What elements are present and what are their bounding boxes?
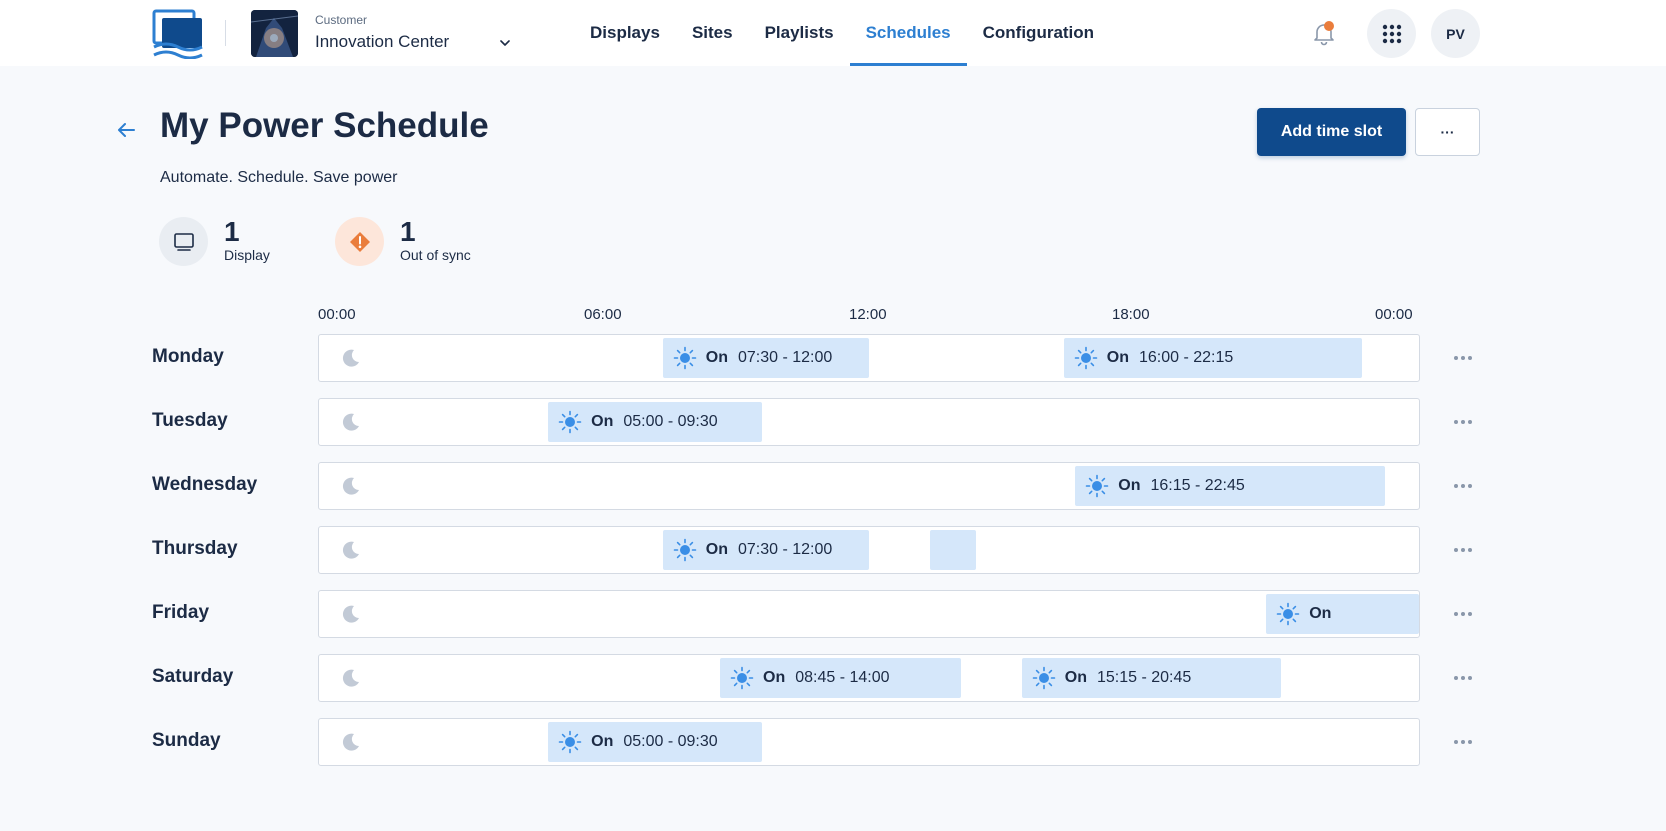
slot-status: On — [591, 733, 614, 750]
slot-time-range: 05:00 - 09:30 — [623, 413, 718, 430]
moon-icon — [342, 605, 359, 623]
time-slot[interactable]: On 16:15 - 22:45 — [1075, 466, 1385, 506]
nav-playlists[interactable]: Playlists — [749, 0, 850, 66]
row-ellipsis-icon[interactable] — [1451, 666, 1475, 690]
day-label: Thursday — [152, 538, 238, 559]
customer-label: Customer — [315, 13, 368, 27]
tick-label: 06:00 — [584, 306, 622, 323]
slot-time-range: 16:15 - 22:45 — [1150, 477, 1245, 494]
moon-icon — [342, 413, 359, 431]
add-time-slot-button[interactable]: Add time slot — [1257, 108, 1406, 156]
display-label: Display — [224, 247, 270, 263]
day-label: Sunday — [152, 730, 221, 751]
header-divider — [225, 20, 226, 46]
page-title: My Power Schedule — [160, 106, 489, 145]
arrow-left-icon[interactable] — [114, 118, 138, 142]
slot-time-range: 07:30 - 12:00 — [737, 541, 833, 558]
time-slot[interactable]: On 07:30 - 12:00 — [662, 338, 869, 378]
sun-icon — [673, 538, 697, 562]
time-slot[interactable] — [930, 530, 976, 570]
sun-icon — [1085, 474, 1109, 498]
grid-dots-icon — [1382, 24, 1401, 43]
nav-sites[interactable]: Sites — [676, 0, 749, 66]
main-nav: Displays Sites Playlists Schedules Confi… — [574, 0, 1110, 66]
apps-grid-button[interactable] — [1367, 9, 1416, 58]
notification-badge — [1324, 21, 1334, 31]
chevron-down-icon[interactable] — [497, 35, 513, 51]
slot-status: On — [1118, 477, 1141, 494]
customer-thumbnail — [251, 10, 298, 57]
time-slot[interactable]: On 08:45 - 14:00 — [720, 658, 961, 698]
display-count: 1 — [224, 216, 240, 247]
sun-icon — [558, 410, 582, 434]
slot-status: On — [1309, 605, 1332, 622]
row-ellipsis-icon[interactable] — [1451, 346, 1475, 370]
out-of-sync-label: Out of sync — [400, 247, 471, 263]
moon-icon — [342, 477, 359, 495]
user-avatar[interactable]: PV — [1431, 9, 1480, 58]
row-ellipsis-icon[interactable] — [1451, 730, 1475, 754]
row-ellipsis-icon[interactable] — [1451, 474, 1475, 498]
row-ellipsis-icon[interactable] — [1451, 410, 1475, 434]
sun-icon — [1074, 346, 1098, 370]
moon-icon — [342, 733, 359, 751]
day-track[interactable] — [318, 398, 1420, 446]
warning-diamond-icon — [349, 231, 370, 252]
out-of-sync-stat-icon — [335, 217, 384, 266]
slot-time-range: 07:30 - 12:00 — [737, 349, 833, 366]
day-track[interactable] — [318, 718, 1420, 766]
sun-icon — [1276, 602, 1300, 626]
slot-time-range: 16:00 - 22:15 — [1139, 349, 1234, 366]
sun-icon — [1032, 666, 1056, 690]
slot-time-range: 08:45 - 14:00 — [795, 669, 890, 686]
time-slot[interactable]: On 15:15 - 20:45 — [1021, 658, 1282, 698]
app-logo[interactable] — [152, 9, 204, 59]
slot-time-range: 05:00 - 09:30 — [623, 733, 718, 750]
time-slot[interactable]: On 07:30 - 12:00 — [662, 530, 869, 570]
slot-time-range: 15:15 - 20:45 — [1096, 669, 1192, 686]
tick-label: 00:00 — [1375, 306, 1413, 323]
top-bar: Customer Innovation Center Displays Site… — [0, 0, 1666, 66]
row-ellipsis-icon[interactable] — [1451, 538, 1475, 562]
time-slot[interactable]: On 05:00 - 09:30 — [548, 722, 763, 762]
nav-schedules[interactable]: Schedules — [849, 0, 967, 66]
customer-name[interactable]: Innovation Center — [315, 32, 449, 52]
slot-status: On — [591, 413, 614, 430]
day-label: Saturday — [152, 666, 234, 687]
day-track[interactable] — [318, 526, 1420, 574]
slot-status: On — [1064, 669, 1087, 686]
row-ellipsis-icon[interactable] — [1451, 602, 1475, 626]
day-label: Monday — [152, 346, 224, 367]
tick-label: 18:00 — [1112, 306, 1150, 323]
more-options-button[interactable]: ··· — [1415, 108, 1480, 156]
page-subtitle: Automate. Schedule. Save power — [160, 169, 398, 186]
time-slot[interactable]: On 16:00 - 22:15 — [1063, 338, 1362, 378]
moon-icon — [342, 349, 359, 367]
slot-status: On — [705, 349, 728, 366]
moon-icon — [342, 541, 359, 559]
slot-status: On — [1106, 349, 1129, 366]
day-label: Tuesday — [152, 410, 228, 431]
monitor-icon — [173, 232, 194, 251]
day-label: Wednesday — [152, 474, 258, 495]
slot-status: On — [705, 541, 728, 558]
nav-configuration[interactable]: Configuration — [967, 0, 1110, 66]
slot-status: On — [763, 669, 786, 686]
day-track[interactable] — [318, 590, 1420, 638]
tick-label: 00:00 — [318, 306, 356, 323]
sun-icon — [673, 346, 697, 370]
moon-icon — [342, 669, 359, 687]
nav-displays[interactable]: Displays — [574, 0, 676, 66]
out-of-sync-count: 1 — [400, 216, 416, 247]
display-stat-icon — [159, 217, 208, 266]
day-label: Friday — [152, 602, 210, 623]
sun-icon — [558, 730, 582, 754]
time-slot[interactable]: On — [1266, 594, 1419, 634]
tick-label: 12:00 — [849, 306, 887, 323]
sun-icon — [730, 666, 754, 690]
time-slot[interactable]: On 05:00 - 09:30 — [548, 402, 763, 442]
